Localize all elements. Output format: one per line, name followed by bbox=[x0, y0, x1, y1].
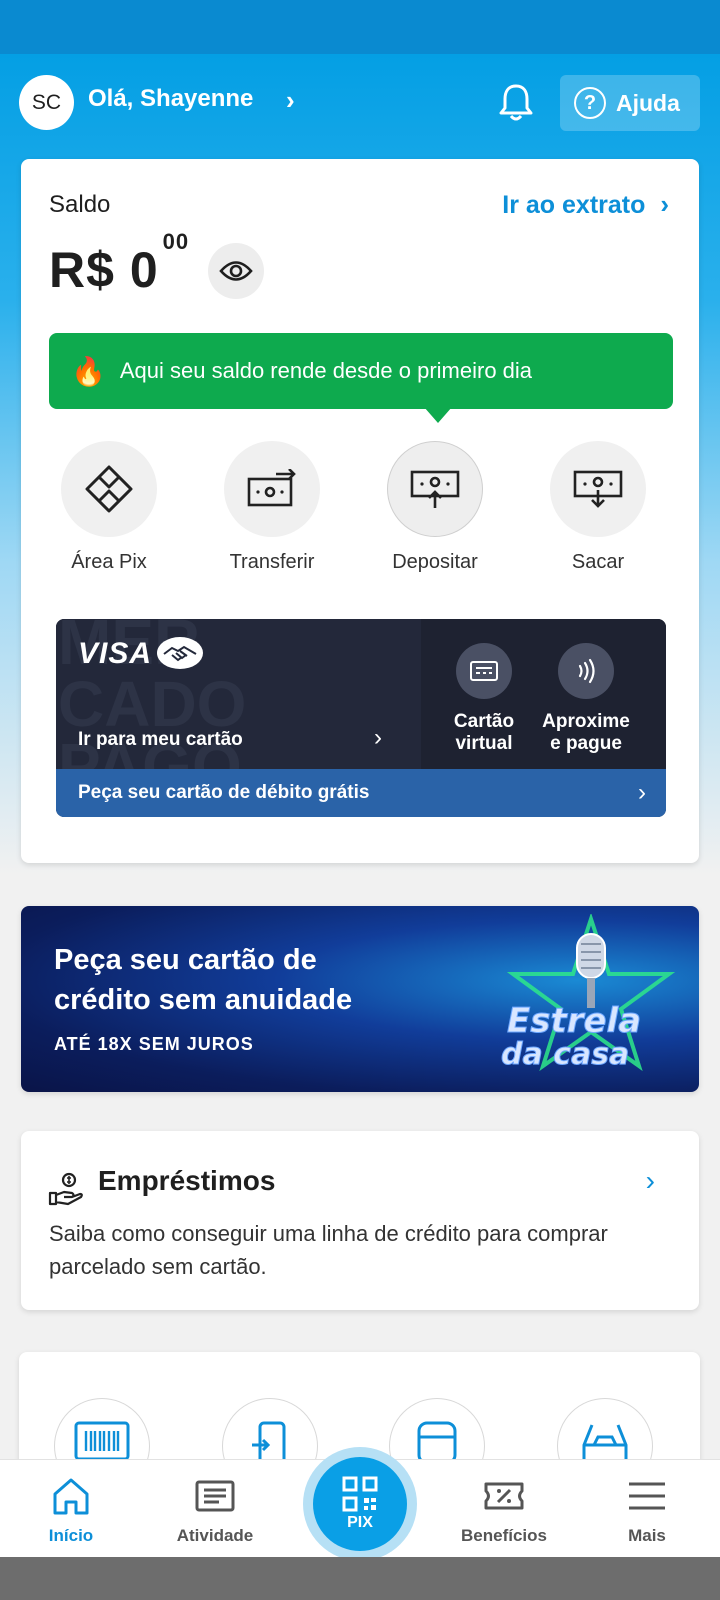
tab-label: Mais bbox=[628, 1526, 666, 1545]
go-to-card-area[interactable]: MER CADO PAGO VISA Ir para meu cartão › bbox=[56, 619, 421, 798]
credit-card-promo-banner[interactable]: Peça seu cartão de crédito sem anuidade … bbox=[21, 906, 699, 1092]
action-label: Depositar bbox=[392, 551, 478, 573]
pix-diamond-icon bbox=[61, 441, 157, 537]
contactless-pay-label: Aproxime e pague bbox=[531, 711, 641, 755]
help-button[interactable]: ? Ajuda bbox=[560, 75, 700, 131]
toggle-balance-visibility-button[interactable] bbox=[208, 243, 264, 299]
go-to-card-label: Ir para meu cartão bbox=[78, 729, 243, 750]
contactless-icon bbox=[558, 643, 614, 699]
tab-more[interactable]: Mais bbox=[587, 1460, 707, 1558]
withdraw-money-icon bbox=[550, 441, 646, 537]
hand-money-icon bbox=[48, 1172, 83, 1206]
discount-ticket-icon bbox=[484, 1482, 524, 1510]
question-icon: ? bbox=[574, 87, 606, 119]
bell-icon[interactable] bbox=[496, 81, 536, 123]
currency-symbol: R$ bbox=[49, 242, 115, 298]
tab-label: Início bbox=[48, 1526, 94, 1545]
promo-pointer bbox=[424, 407, 452, 423]
virtual-card-label-line2: virtual bbox=[455, 733, 513, 754]
deposit-money-icon bbox=[387, 441, 483, 537]
eye-icon bbox=[219, 261, 253, 281]
balance-label: Saldo bbox=[49, 191, 111, 218]
balance-integer: 0 bbox=[129, 242, 159, 298]
quick-actions: Área Pix Transferir Depositar Sacar bbox=[21, 441, 699, 581]
mercadopago-handshake-icon bbox=[157, 637, 203, 669]
status-bar bbox=[0, 0, 720, 54]
action-transfer[interactable]: Transferir bbox=[202, 441, 342, 574]
action-pix-area[interactable]: Área Pix bbox=[39, 441, 179, 574]
action-label: Área Pix bbox=[71, 551, 147, 573]
chevron-right-icon: › bbox=[638, 779, 646, 806]
balance-amount: R$ 000 bbox=[49, 229, 189, 299]
contactless-label-line1: Aproxime bbox=[542, 711, 630, 732]
statement-link-label: Ir ao extrato bbox=[502, 191, 646, 219]
statement-link[interactable]: Ir ao extrato › bbox=[502, 189, 669, 220]
request-debit-card-button[interactable]: Peça seu cartão de débito grátis › bbox=[56, 769, 666, 817]
tab-pix[interactable]: PIX bbox=[313, 1457, 407, 1551]
virtual-card-label-line1: Cartão bbox=[453, 711, 515, 732]
chevron-right-icon: › bbox=[660, 189, 669, 219]
estrela-art-line1: Estrela bbox=[507, 1001, 641, 1041]
request-debit-card-label: Peça seu cartão de débito grátis bbox=[78, 782, 370, 803]
visa-logo: VISA bbox=[78, 637, 153, 670]
yield-promo-text: Aqui seu saldo rende desde o primeiro di… bbox=[119, 358, 533, 383]
balance-card: Saldo Ir ao extrato › R$ 000 🔥 Aqui seu … bbox=[21, 159, 699, 863]
estrela-art-line2: da casa bbox=[501, 1037, 629, 1072]
action-withdraw[interactable]: Sacar bbox=[528, 441, 668, 574]
virtual-card-icon bbox=[456, 643, 512, 699]
tab-benefits[interactable]: Benefícios bbox=[444, 1460, 564, 1558]
loans-title: Empréstimos bbox=[98, 1165, 276, 1196]
action-label: Sacar bbox=[571, 551, 625, 573]
help-label: Ajuda bbox=[616, 89, 680, 116]
credit-promo-title: Peça seu cartão de crédito sem anuidade bbox=[54, 944, 353, 1016]
loans-card[interactable]: Empréstimos › Saiba como conseguir uma l… bbox=[21, 1131, 699, 1310]
loans-description: Saiba como conseguir uma linha de crédit… bbox=[49, 1221, 608, 1279]
contactless-label-line2: e pague bbox=[550, 733, 622, 754]
tab-label: Benefícios bbox=[461, 1526, 547, 1545]
receipt-list-icon bbox=[195, 1480, 235, 1512]
chevron-right-icon[interactable]: › bbox=[286, 85, 295, 116]
contactless-pay-button[interactable]: Aproxime e pague bbox=[531, 643, 641, 755]
action-label: Transferir bbox=[229, 551, 315, 573]
barcode-icon bbox=[74, 1421, 130, 1461]
home-icon bbox=[53, 1478, 89, 1515]
credit-promo-subtitle: ATÉ 18X SEM JUROS bbox=[54, 1034, 254, 1054]
debit-card-widget: MERCADOPAGO VISA Ir para meu cartão › bbox=[56, 619, 666, 817]
system-navigation-bar bbox=[0, 1557, 720, 1600]
yield-promo-banner[interactable]: 🔥 Aqui seu saldo rende desde o primeiro … bbox=[49, 333, 673, 409]
tab-pix-label: PIX bbox=[347, 1514, 373, 1531]
tab-label: Atividade bbox=[176, 1526, 254, 1545]
fire-icon: 🔥 bbox=[71, 355, 106, 387]
card-quick-actions: Cartão virtual Aproxime e pague bbox=[421, 619, 666, 769]
avatar[interactable]: SC bbox=[19, 75, 74, 130]
top-header: SC Olá, Shayenne › ? Ajuda bbox=[0, 54, 720, 154]
qr-code-icon bbox=[342, 1476, 378, 1512]
virtual-card-button[interactable]: Cartão virtual bbox=[429, 643, 539, 755]
tab-activity[interactable]: Atividade bbox=[155, 1460, 275, 1558]
greeting-text[interactable]: Olá, Shayenne bbox=[88, 85, 253, 113]
balance-cents: 00 bbox=[162, 229, 190, 255]
tab-home[interactable]: Início bbox=[11, 1460, 131, 1558]
menu-icon bbox=[629, 1482, 665, 1510]
action-deposit[interactable]: Depositar bbox=[365, 441, 505, 574]
chevron-right-icon[interactable]: › bbox=[646, 1165, 655, 1197]
virtual-card-label: Cartão virtual bbox=[429, 711, 539, 755]
microphone-star-illustration: Estrela da casa bbox=[501, 914, 676, 1073]
transfer-money-icon bbox=[224, 441, 320, 537]
chevron-right-icon: › bbox=[374, 724, 382, 751]
